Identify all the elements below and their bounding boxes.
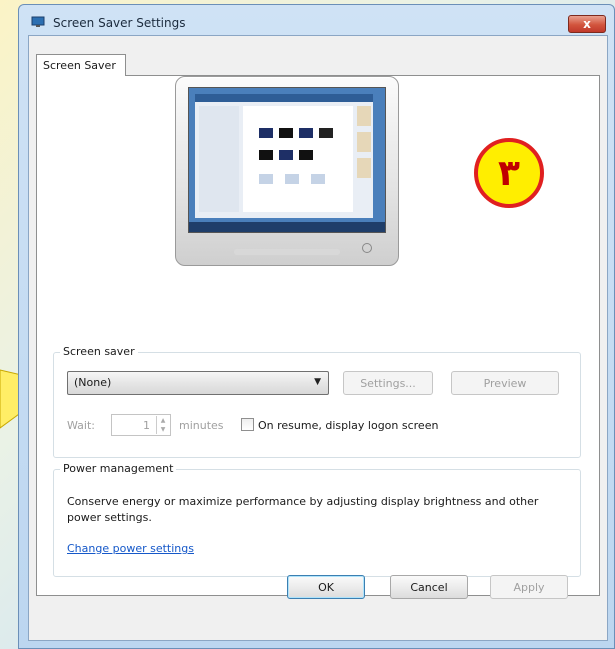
screen-saver-select[interactable]: (None) ▼ [67,371,329,395]
ok-button[interactable]: OK [287,575,365,599]
logon-screen-label[interactable]: On resume, display logon screen [258,419,438,432]
wait-value: 1 [143,419,150,432]
preview-button[interactable]: Preview [451,371,559,395]
screen-preview-image [188,87,386,233]
close-icon: x [583,17,591,31]
close-button[interactable]: x [568,15,606,33]
screen-saver-group-label: Screen saver [60,345,138,358]
screen-saver-selected-value: (None) [74,376,112,389]
apply-button[interactable]: Apply [490,575,568,599]
wait-minutes-input[interactable]: 1 ▲ ▼ [111,414,171,436]
power-management-group: Power management Conserve energy or maxi… [53,462,581,577]
cancel-button[interactable]: Cancel [390,575,468,599]
monitor-preview [175,76,399,266]
wait-label: Wait: [67,419,95,432]
logon-screen-checkbox[interactable] [241,418,254,431]
settings-button[interactable]: Settings... [343,371,433,395]
monitor-settings-icon [31,16,45,27]
minutes-label: minutes [179,419,224,432]
step-number-badge: ٣ [474,138,544,208]
power-led-icon [362,243,372,253]
desktop-preview-graphic [189,88,385,232]
tab-screen-saver[interactable]: Screen Saver [36,54,126,76]
title-bar[interactable]: Screen Saver Settings x [19,5,614,39]
monitor-stand [234,249,340,255]
spin-buttons[interactable]: ▲ ▼ [156,416,169,434]
screen-saver-group: Screen saver (None) ▼ Settings... Previe… [53,345,581,458]
change-power-settings-link[interactable]: Change power settings [67,542,194,555]
window-title: Screen Saver Settings [53,16,186,30]
power-management-group-label: Power management [60,462,177,475]
power-description: Conserve energy or maximize performance … [67,495,539,524]
dropdown-arrow-icon: ▼ [314,377,321,387]
